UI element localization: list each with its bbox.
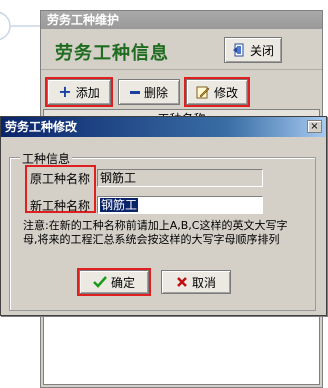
edit-pencil-icon — [196, 86, 210, 99]
exit-door-icon — [232, 43, 244, 57]
labor-type-edit-dialog: 劳务工种修改 × 工种信息 原工种名称 钢筋工 新工种名称 钢筋工 注意:在新的… — [0, 116, 327, 316]
dialog-title-text: 劳务工种修改 — [5, 120, 78, 134]
delete-button[interactable]: 删除 — [118, 79, 180, 105]
plus-icon: + — [58, 82, 72, 101]
add-button-label: 添加 — [75, 85, 100, 100]
add-button[interactable]: + 添加 — [45, 77, 113, 107]
dialog-title: 劳务工种修改 — [1, 117, 326, 137]
original-name-label: 原工种名称 — [30, 172, 91, 186]
close-button[interactable]: 关闭 — [224, 37, 282, 63]
cancel-x-icon — [177, 277, 187, 287]
minus-icon — [129, 90, 140, 94]
edit-button[interactable]: 修改 — [184, 77, 250, 107]
cancel-button-label: 取消 — [191, 275, 216, 290]
original-name-value: 钢筋工 — [100, 171, 137, 185]
ok-button[interactable]: 确定 — [77, 268, 151, 296]
checkmark-icon — [93, 276, 107, 288]
new-name-label: 新工种名称 — [30, 199, 91, 213]
close-button-label: 关闭 — [249, 43, 274, 58]
new-name-value: 钢筋工 — [100, 198, 139, 212]
ok-button-label: 确定 — [110, 275, 135, 290]
dialog-close-icon[interactable]: × — [307, 120, 322, 133]
banner-title: 劳务工种信息 — [55, 43, 169, 64]
note-text: 注意:在新的工种名称前请加上A,B,C这样的英文大写字母,将来的工程汇总系统会按… — [23, 219, 288, 246]
cancel-button[interactable]: 取消 — [161, 270, 231, 294]
window-title: 劳务工种维护 — [41, 11, 322, 29]
new-name-input[interactable]: 钢筋工 — [97, 196, 263, 214]
delete-button-label: 删除 — [143, 85, 168, 100]
toolbar: + 添加 删除 修改 — [41, 69, 322, 110]
banner: 劳务工种信息 关闭 — [41, 29, 322, 69]
edit-button-label: 修改 — [213, 85, 238, 100]
original-name-field: 钢筋工 — [97, 169, 263, 187]
